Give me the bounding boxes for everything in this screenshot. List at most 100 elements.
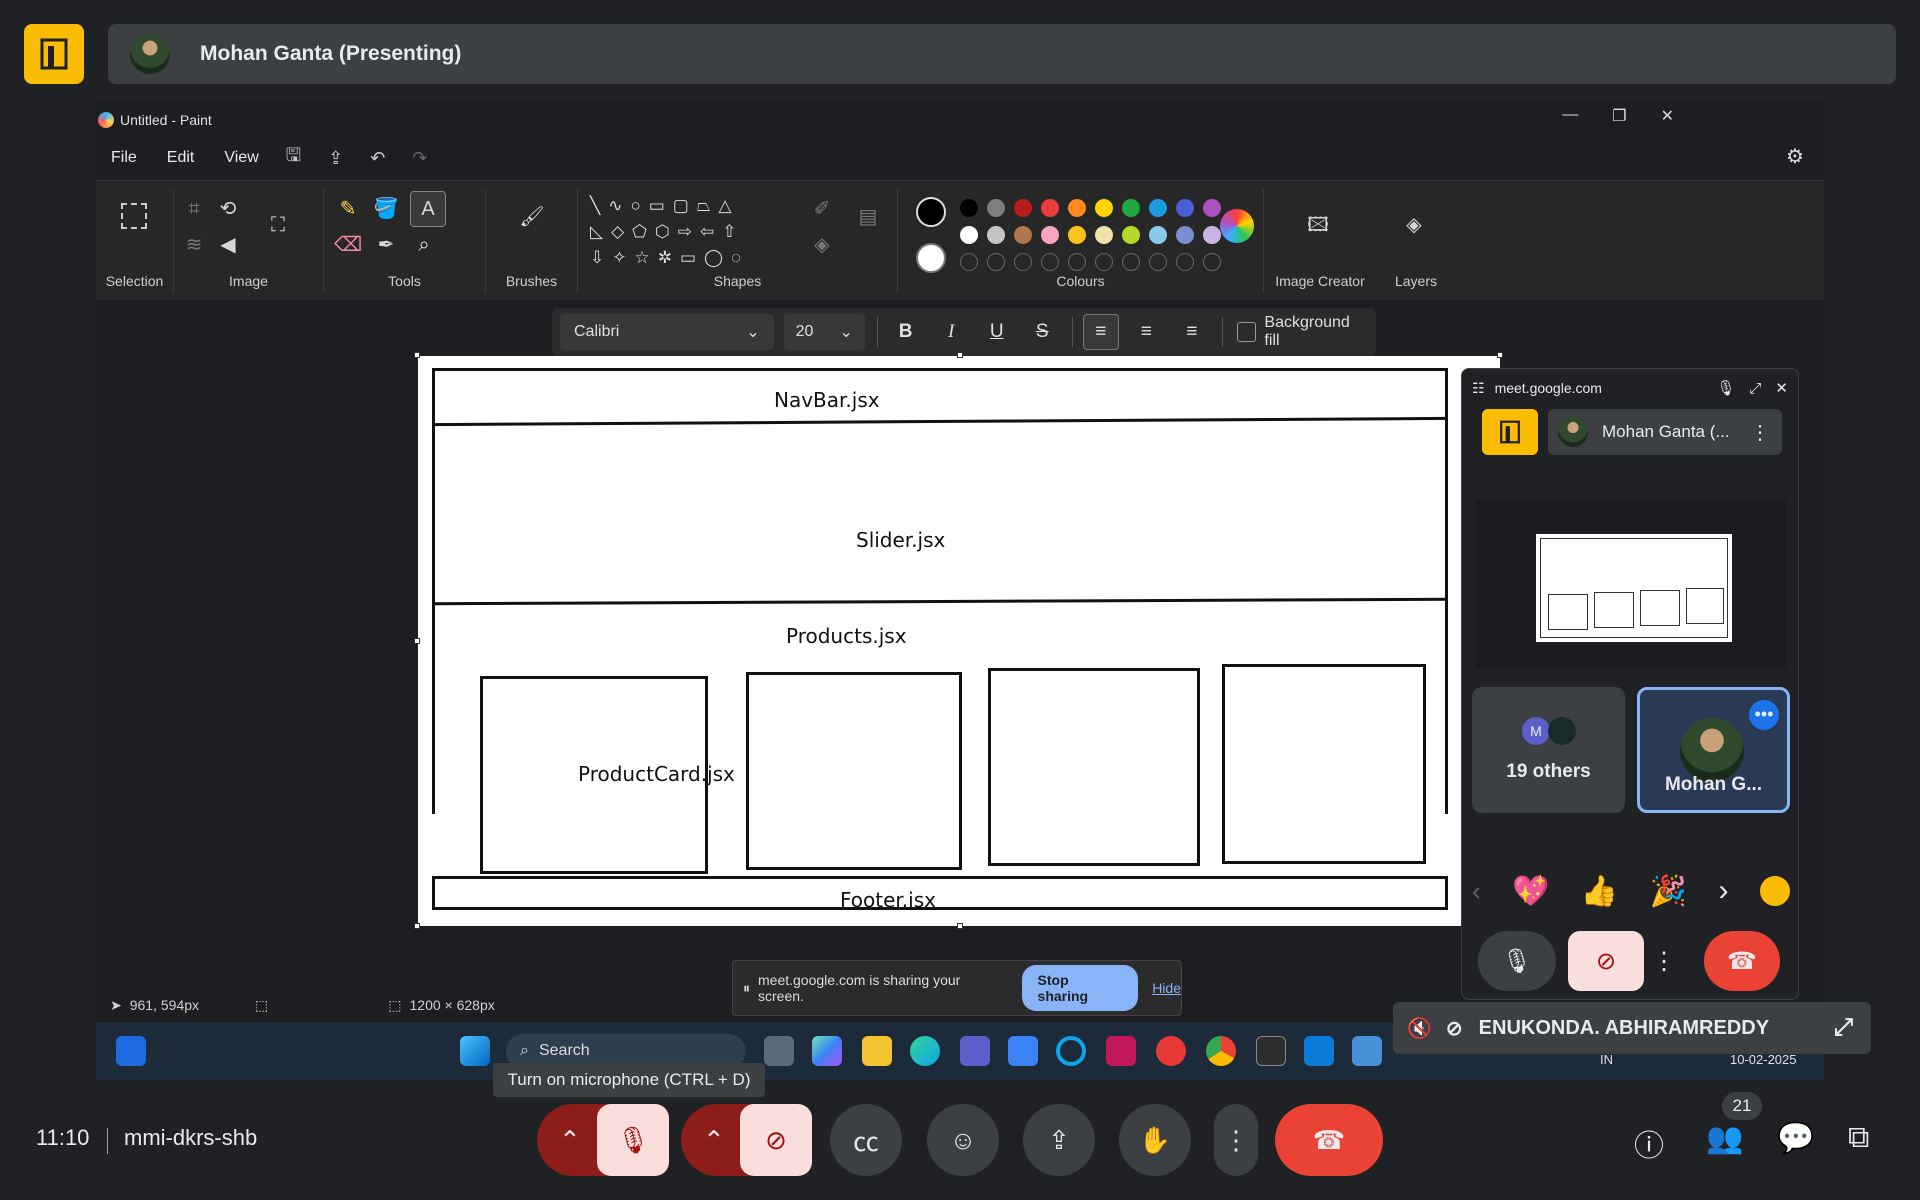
shapes-gallery[interactable]: ╲∿○▭▢⏢△ ◺◇⬠⬡⇨⇦⇧ ⇩✧☆✲▭◯◌ [590,193,780,271]
skin-tone-icon[interactable] [1759,876,1790,906]
secondary-colour-swatch[interactable] [916,243,946,273]
mic-icon[interactable]: 🎙 [1716,379,1735,397]
menu-file[interactable]: File [111,149,137,167]
colour-swatch[interactable] [987,226,1005,244]
heart-reaction[interactable]: 💖 [1512,874,1549,909]
background-fill-checkbox[interactable] [1236,322,1257,342]
chevron-right-icon[interactable]: › [1719,874,1729,908]
circle-app-icon[interactable] [1056,1036,1086,1066]
captions-button[interactable]: ㏄ [830,1104,902,1176]
color-picker-icon[interactable]: ✒ [372,231,400,259]
people-icon[interactable]: 👥 [1706,1121,1743,1156]
windows-start-icon[interactable] [460,1036,490,1066]
paint-canvas[interactable]: NavBar.jsx Slider.jsx Products.jsx Produ… [418,356,1500,926]
custom-colour-slot[interactable] [1095,253,1113,271]
activities-icon[interactable]: ⧉ [1848,1121,1869,1155]
camera-toggle-button[interactable]: ⊘ [740,1104,812,1176]
edge-icon[interactable] [910,1036,940,1066]
thumbs-up-reaction[interactable]: 👍 [1581,874,1618,909]
primary-colour-swatch[interactable] [916,197,946,227]
eraser-icon[interactable]: ⌫ [334,231,362,259]
layers-icon[interactable]: ◈ [1400,211,1428,239]
close-icon[interactable]: ✕ [1775,379,1788,397]
colour-swatch[interactable] [960,226,978,244]
site-settings-icon[interactable]: ☷ [1472,380,1485,397]
store-icon[interactable] [1008,1036,1038,1066]
resize-handle[interactable] [414,352,420,358]
colour-swatch[interactable] [1176,199,1194,217]
colour-swatch[interactable] [1122,226,1140,244]
colour-swatch[interactable] [1095,199,1113,217]
resize-handle[interactable] [414,923,420,929]
colour-swatch[interactable] [1203,226,1221,244]
colour-swatch[interactable] [1068,226,1086,244]
bold-icon[interactable]: B [888,314,924,350]
colour-swatch[interactable] [1149,226,1167,244]
shape-style-icon[interactable]: ▤ [854,203,882,231]
more-options-icon[interactable]: ⋮ [1750,420,1770,445]
chrome-icon[interactable] [1206,1036,1236,1066]
remove-background-icon[interactable]: ⛶ [264,211,292,239]
colour-swatch[interactable] [1122,199,1140,217]
custom-colour-slot[interactable] [960,253,978,271]
leave-call-button[interactable]: ☎ [1704,931,1780,991]
colour-swatch[interactable] [960,199,978,217]
mic-button[interactable]: 🎙 [1478,931,1556,991]
participant-name-tile[interactable]: 🔇 ⊘ ENUKONDA. ABHIRAMREDDY ⤢ [1393,1002,1871,1054]
hide-link[interactable]: Hide [1152,980,1181,996]
self-tile[interactable]: ••• Mohan G... [1637,687,1790,813]
menu-edit[interactable]: Edit [167,149,195,167]
redo-icon[interactable]: ↷ [412,148,427,169]
strikethrough-icon[interactable]: S [1024,314,1060,350]
custom-colour-slot[interactable] [987,253,1005,271]
custom-colour-slot[interactable] [1068,253,1086,271]
colour-swatch[interactable] [987,199,1005,217]
chevron-left-icon[interactable]: ‹ [1472,876,1481,907]
chat-icon[interactable]: 💬 [1777,1121,1814,1156]
vscode-icon[interactable] [1304,1036,1334,1066]
restore-icon[interactable]: ❐ [1612,106,1626,126]
taskbar-date[interactable]: 10-02-2025 [1730,1052,1797,1067]
resize-handle[interactable] [957,923,963,929]
minimize-icon[interactable]: — [1562,106,1578,126]
colour-swatch[interactable] [1041,226,1059,244]
colour-swatch[interactable] [1014,199,1032,217]
custom-colour-slot[interactable] [1203,253,1221,271]
colour-swatch[interactable] [1095,226,1113,244]
more-options-icon[interactable]: ••• [1749,700,1779,730]
colour-swatch[interactable] [1149,199,1167,217]
align-right-icon[interactable]: ≡ [1174,314,1210,350]
edit-colours-icon[interactable] [1220,209,1254,243]
widgets-icon[interactable] [116,1036,146,1066]
more-options-icon[interactable]: ⋮ [1652,931,1676,991]
expand-icon[interactable]: ⤢ [1834,1014,1853,1042]
teams-icon[interactable] [960,1036,990,1066]
outline-icon[interactable]: ✐ [808,195,836,223]
mcafee-icon[interactable] [1106,1036,1136,1066]
settings-gear-icon[interactable]: ⚙ [1786,144,1804,169]
resize-handle[interactable] [957,352,963,358]
align-center-icon[interactable]: ≡ [1129,314,1165,350]
share-icon[interactable]: ⇪ [328,148,343,169]
colour-swatch[interactable] [1068,199,1086,217]
custom-colour-slot[interactable] [1176,253,1194,271]
camera-off-button[interactable]: ⊘ [1568,931,1644,991]
colour-swatch[interactable] [1014,226,1032,244]
file-explorer-icon[interactable] [862,1036,892,1066]
notepad-icon[interactable] [1352,1036,1382,1066]
party-reaction[interactable]: 🎉 [1650,874,1687,909]
menu-view[interactable]: View [224,149,258,167]
resize-handle[interactable] [414,638,420,644]
raise-hand-button[interactable]: ✋ [1119,1104,1191,1176]
resize-handle[interactable] [1497,352,1503,358]
custom-colour-slot[interactable] [1014,253,1032,271]
back-to-tab-icon[interactable]: ⤢ [1749,380,1761,397]
font-family-select[interactable]: Calibri ⌄ [560,314,774,350]
flip-icon[interactable]: ◀ [214,231,242,259]
colour-swatch[interactable] [1041,199,1059,217]
present-button[interactable]: ⇪ [1023,1104,1095,1176]
resize-icon[interactable]: ≋ [180,231,208,259]
selection-icon[interactable] [121,203,147,229]
terminal-icon[interactable] [1256,1036,1286,1066]
fill-icon[interactable]: 🪣 [372,195,400,223]
